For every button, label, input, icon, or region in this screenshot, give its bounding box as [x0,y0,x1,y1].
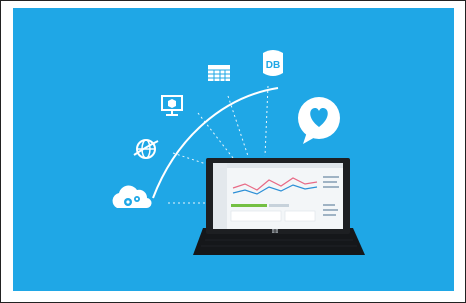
screen-sidebar [213,163,227,229]
database-icon: DB [263,50,283,76]
heart-speech-bubble-icon [298,97,340,144]
blue-hero-panel: DB [13,8,454,291]
tablet-device [193,158,365,255]
database-icon-label: DB [266,60,280,71]
screen-progress-green [231,204,267,207]
screen-widget-2 [284,210,316,222]
screen-progress-track [269,204,289,207]
screen-widget [230,210,282,222]
globe-icon [133,139,159,159]
cloud-gears-icon [112,185,152,209]
image-frame: DB [0,0,466,303]
monitor-cube-icon [161,95,183,116]
table-grid-icon [208,65,230,81]
connected-services-illustration: DB [112,50,365,255]
screen-header [227,163,343,168]
